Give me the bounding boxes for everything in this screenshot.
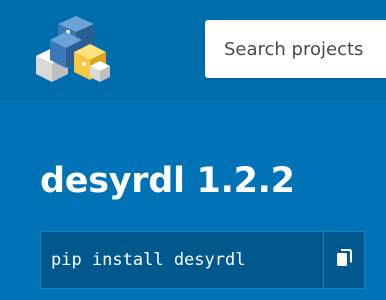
pypi-logo-icon[interactable] (28, 10, 112, 90)
pip-install-box: pip install desyrdl (40, 231, 365, 289)
pip-install-command[interactable]: pip install desyrdl (41, 250, 331, 270)
site-header (0, 0, 386, 100)
copy-icon (336, 249, 352, 271)
copy-button[interactable] (323, 232, 364, 288)
package-title: desyrdl 1.2.2 (40, 161, 295, 201)
search-bar[interactable] (205, 20, 386, 78)
search-input[interactable] (205, 20, 386, 78)
